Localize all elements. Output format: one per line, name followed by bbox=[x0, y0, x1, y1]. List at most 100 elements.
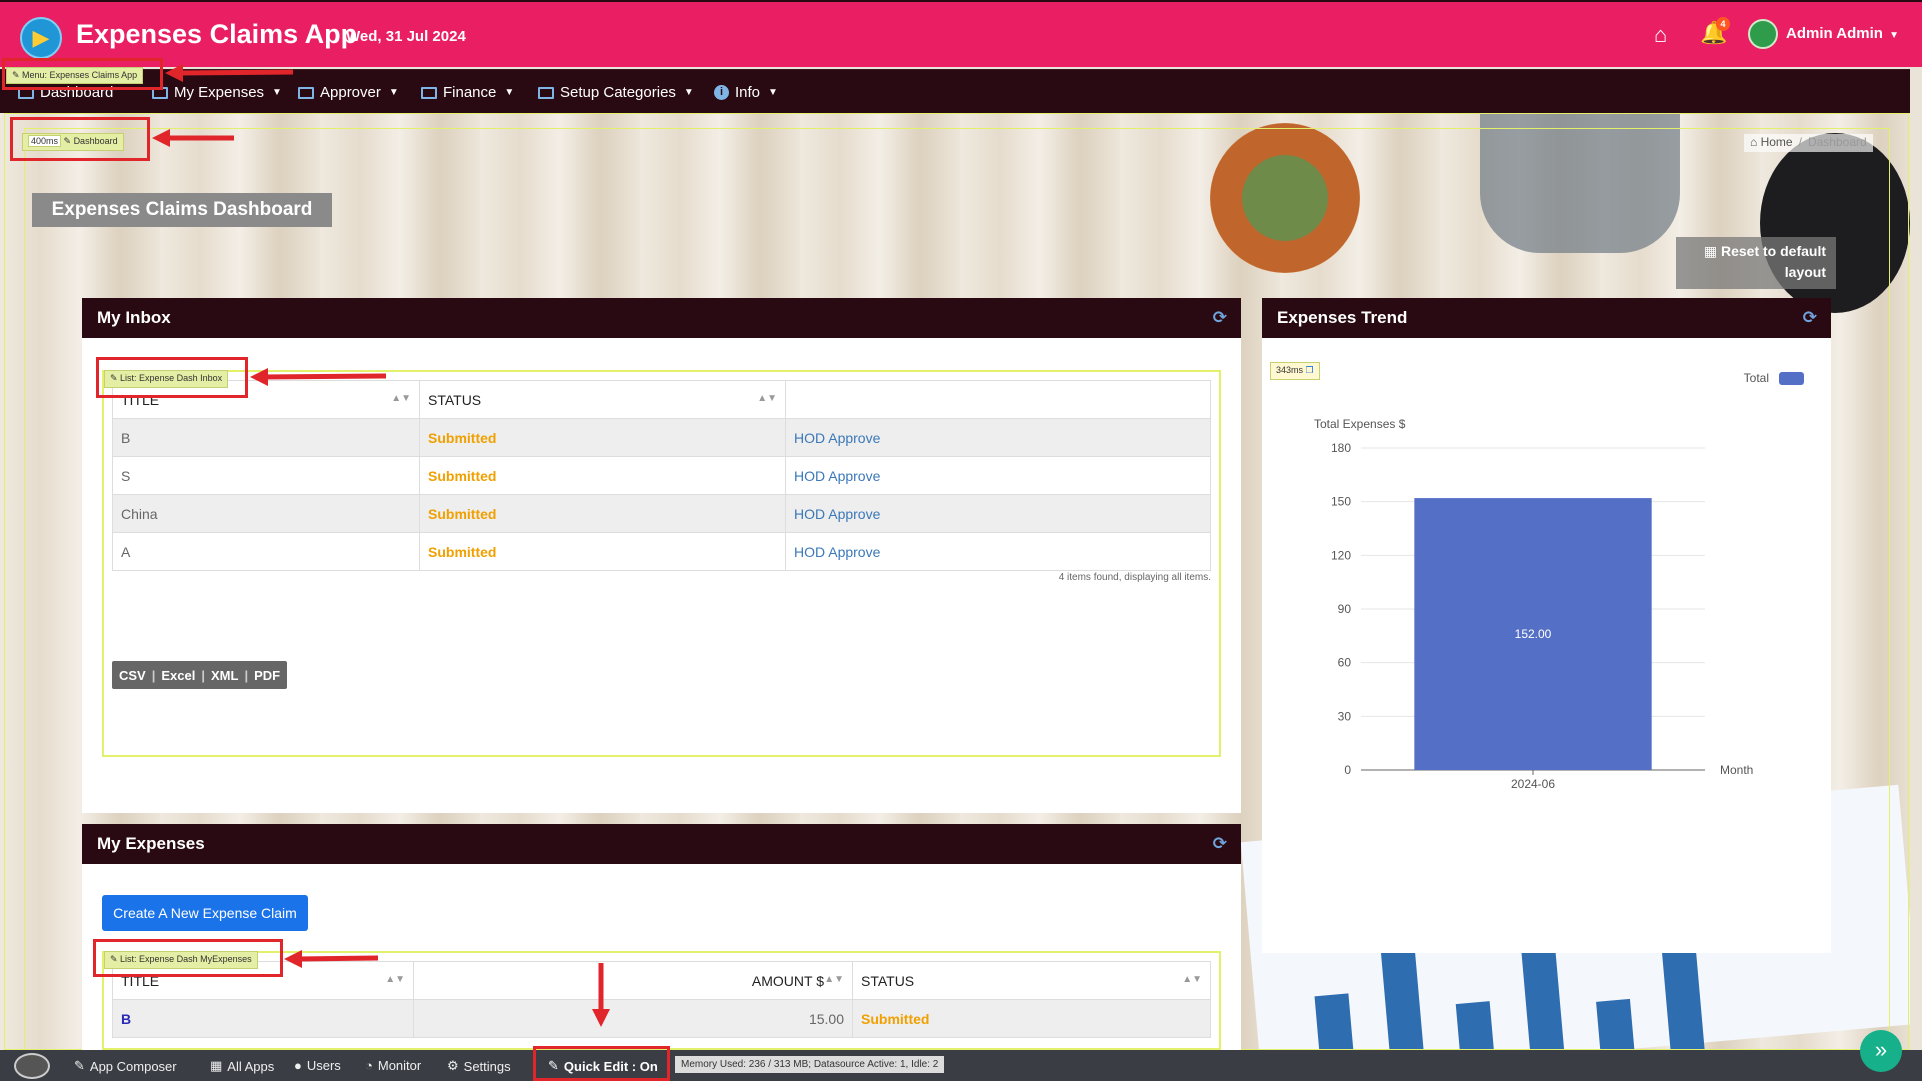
x-tick-label: 2024-06 bbox=[1511, 777, 1555, 791]
cell-status: Submitted bbox=[852, 999, 1211, 1038]
table-row[interactable]: S Submitted HOD Approve bbox=[112, 456, 1211, 495]
column-header-status[interactable]: STATUS ▲▼ bbox=[852, 961, 1211, 1000]
sort-icon: ▲▼ bbox=[757, 393, 777, 404]
breadcrumb-home[interactable]: ⌂ Home bbox=[1750, 135, 1793, 151]
home-icon[interactable]: ⌂ bbox=[1654, 22, 1667, 48]
monitor-link[interactable]: ◔ Monitor bbox=[365, 1058, 421, 1073]
user-avatar[interactable] bbox=[1748, 19, 1778, 49]
cell-status: Submitted bbox=[419, 456, 786, 495]
refresh-icon[interactable]: ⟳ bbox=[1213, 824, 1227, 864]
y-tick-label: 180 bbox=[1331, 441, 1351, 455]
joget-logo-icon[interactable] bbox=[14, 1053, 50, 1079]
cell-title-link[interactable]: B bbox=[112, 999, 414, 1038]
inbox-panel-header: My Inbox ⟳ bbox=[82, 298, 1241, 338]
page-title: Expenses Claims Dashboard bbox=[32, 193, 332, 227]
table-row[interactable]: B 15.00 Submitted bbox=[112, 999, 1211, 1038]
table-header-row: TITLE ▲▼ STATUS ▲▼ bbox=[112, 380, 1211, 419]
app-title[interactable]: Expenses Claims App bbox=[76, 19, 357, 50]
export-toolbar: CSV | Excel | XML | PDF bbox=[112, 661, 288, 689]
column-header-status[interactable]: STATUS ▲▼ bbox=[419, 380, 786, 419]
app-composer-link[interactable]: ✎ App Composer bbox=[74, 1058, 177, 1074]
export-csv-button[interactable]: CSV bbox=[117, 668, 148, 683]
user-menu[interactable]: Admin Admin ▼ bbox=[1786, 25, 1899, 42]
reset-layout-button[interactable]: ▦ Reset to default layout bbox=[1676, 237, 1836, 289]
nav-label: Info bbox=[735, 84, 761, 101]
items-count-text: 4 items found, displaying all items. bbox=[1058, 572, 1211, 583]
column-header-amount[interactable]: AMOUNT $ ▲▼ bbox=[413, 961, 853, 1000]
cell-amount: 15.00 bbox=[413, 999, 853, 1038]
list-icon bbox=[421, 86, 437, 99]
users-link[interactable]: ● Users bbox=[294, 1058, 341, 1073]
annotation-box bbox=[533, 1046, 670, 1081]
cell-action-link[interactable]: HOD Approve bbox=[785, 418, 1211, 457]
export-xml-button[interactable]: XML bbox=[209, 668, 240, 683]
my-expenses-panel-header: My Expenses ⟳ bbox=[82, 824, 1241, 864]
all-apps-label: All Apps bbox=[227, 1058, 275, 1074]
refresh-icon[interactable]: ⟳ bbox=[1803, 298, 1817, 338]
trend-panel-header: Expenses Trend ⟳ bbox=[1262, 298, 1831, 338]
cell-title: S bbox=[112, 456, 420, 495]
app-logo[interactable]: ▶ bbox=[20, 17, 62, 59]
app-date: Wed, 31 Jul 2024 bbox=[346, 28, 466, 45]
list-icon bbox=[298, 86, 314, 99]
memory-info: Memory Used: 236 / 313 MB; Datasource Ac… bbox=[675, 1056, 945, 1073]
trend-panel: Expenses Trend ⟳ 343ms ❐ Total Expenses … bbox=[1262, 298, 1831, 953]
settings-link[interactable]: ⚙ Settings bbox=[447, 1058, 511, 1074]
table-row[interactable]: A Submitted HOD Approve bbox=[112, 532, 1211, 571]
trend-panel-title: Expenses Trend bbox=[1277, 308, 1408, 327]
cell-title: A bbox=[112, 532, 420, 571]
cell-action-link[interactable]: HOD Approve bbox=[785, 532, 1211, 571]
export-pdf-button[interactable]: PDF bbox=[252, 668, 282, 683]
annotation-arrow bbox=[250, 368, 387, 386]
grid-icon: ▦ bbox=[1703, 243, 1718, 259]
create-expense-claim-button[interactable]: Create A New Expense Claim bbox=[102, 895, 308, 931]
breadcrumb-home-label: Home bbox=[1760, 135, 1793, 149]
sort-icon: ▲▼ bbox=[1182, 974, 1202, 985]
y-tick-label: 60 bbox=[1338, 656, 1352, 670]
breadcrumb: ⌂ Home / Dashboard bbox=[1744, 134, 1873, 152]
double-chevron-right-icon: » bbox=[1874, 1037, 1888, 1062]
users-label: Users bbox=[306, 1058, 341, 1073]
edit-icon: ✎ bbox=[74, 1058, 85, 1073]
annotation-box bbox=[2, 58, 163, 90]
bar-data-label: 152.00 bbox=[1515, 627, 1552, 641]
cell-title: China bbox=[112, 494, 420, 533]
nav-finance[interactable]: Finance ▼ bbox=[421, 84, 514, 101]
legend-swatch bbox=[1779, 372, 1804, 385]
annotation-arrow bbox=[165, 64, 294, 82]
annotation-box bbox=[93, 939, 283, 977]
chevron-down-icon: ▼ bbox=[768, 87, 778, 98]
monitor-icon: ◔ bbox=[365, 1058, 373, 1073]
breadcrumb-current: Dashboard bbox=[1807, 135, 1867, 149]
x-axis-label: Month bbox=[1720, 763, 1753, 777]
nav-approver[interactable]: Approver ▼ bbox=[298, 84, 399, 101]
table-row[interactable]: China Submitted HOD Approve bbox=[112, 494, 1211, 533]
refresh-icon[interactable]: ⟳ bbox=[1213, 298, 1227, 338]
export-excel-button[interactable]: Excel bbox=[159, 668, 197, 683]
nav-setup-categories[interactable]: Setup Categories ▼ bbox=[538, 84, 694, 101]
cell-action-link[interactable]: HOD Approve bbox=[785, 494, 1211, 533]
y-tick-label: 0 bbox=[1344, 763, 1351, 777]
reset-layout-label: Reset to default layout bbox=[1720, 243, 1826, 280]
nav-my-expenses[interactable]: My Expenses ▼ bbox=[152, 84, 282, 101]
app-header: ▶ Expenses Claims App Wed, 31 Jul 2024 ⌂… bbox=[0, 0, 1922, 67]
expand-fab-button[interactable]: » bbox=[1860, 1030, 1902, 1072]
cell-action-link[interactable]: HOD Approve bbox=[785, 456, 1211, 495]
chevron-down-icon: ▼ bbox=[683, 87, 694, 98]
chevron-down-icon: ▼ bbox=[388, 87, 399, 98]
chevron-down-icon: ▼ bbox=[1889, 30, 1900, 41]
inbox-panel-title: My Inbox bbox=[97, 308, 171, 327]
legend-label: Total bbox=[1744, 371, 1769, 385]
all-apps-link[interactable]: ▦ All Apps bbox=[210, 1058, 274, 1074]
y-tick-label: 30 bbox=[1338, 709, 1352, 723]
nav-info[interactable]: i Info ▼ bbox=[714, 84, 778, 101]
nav-label: Finance bbox=[443, 84, 497, 101]
chevron-down-icon: ▼ bbox=[504, 87, 515, 98]
cell-status: Submitted bbox=[419, 532, 786, 571]
table-row[interactable]: B Submitted HOD Approve bbox=[112, 418, 1211, 457]
y-axis-label: Total Expenses $ bbox=[1314, 417, 1406, 431]
annotation-arrow bbox=[592, 963, 610, 1027]
annotation-arrow bbox=[152, 129, 234, 147]
monitor-label: Monitor bbox=[377, 1058, 422, 1073]
users-icon: ● bbox=[294, 1058, 302, 1073]
